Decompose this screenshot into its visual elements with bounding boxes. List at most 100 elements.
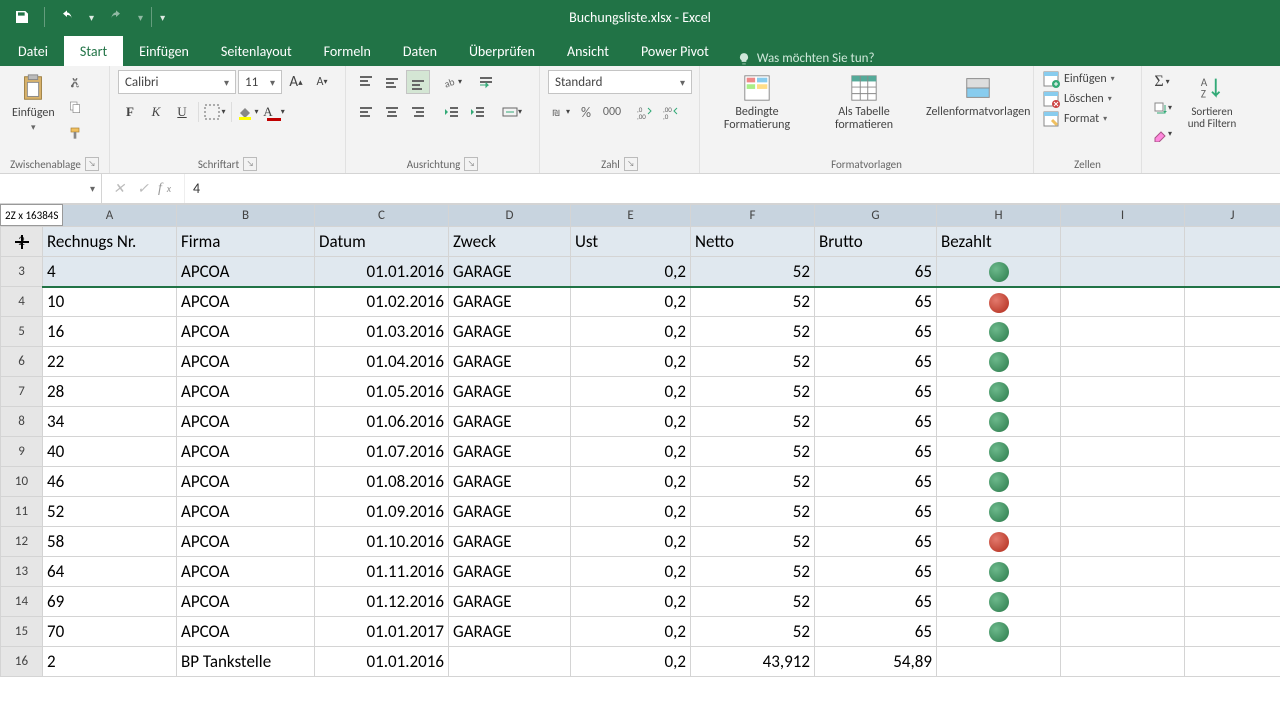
cell-status[interactable]: [937, 257, 1061, 287]
cell[interactable]: GARAGE: [449, 557, 571, 587]
name-box[interactable]: ▾: [0, 174, 102, 203]
tab-ueberpruefen[interactable]: Überprüfen: [453, 36, 551, 66]
cell[interactable]: 0,2: [571, 347, 691, 377]
fill-color-button[interactable]: ▾: [236, 100, 260, 124]
cell[interactable]: 65: [815, 317, 937, 347]
align-top-button[interactable]: [354, 70, 378, 94]
cell[interactable]: 46: [43, 467, 177, 497]
cell[interactable]: 43,912: [691, 647, 815, 677]
cell[interactable]: [1185, 527, 1280, 557]
cell[interactable]: 01.01.2017: [315, 617, 449, 647]
cell[interactable]: 52: [691, 497, 815, 527]
cell-status[interactable]: [937, 347, 1061, 377]
cell-status[interactable]: [937, 407, 1061, 437]
column-header-B[interactable]: B: [177, 205, 315, 227]
align-left-button[interactable]: [354, 100, 378, 124]
number-dialog-launcher[interactable]: ↘: [624, 157, 638, 171]
clipboard-dialog-launcher[interactable]: ↘: [85, 157, 99, 171]
align-middle-button[interactable]: [380, 70, 404, 94]
cell[interactable]: 52: [691, 437, 815, 467]
cell[interactable]: 52: [691, 557, 815, 587]
cell[interactable]: [1185, 347, 1280, 377]
cell[interactable]: [1061, 287, 1185, 317]
undo-button[interactable]: [53, 3, 81, 31]
cell[interactable]: 52: [43, 497, 177, 527]
insert-cells-button[interactable]: Einfügen▾: [1042, 70, 1115, 88]
row-header[interactable]: 10: [1, 467, 43, 497]
cell[interactable]: GARAGE: [449, 467, 571, 497]
cell[interactable]: [1185, 467, 1280, 497]
cell[interactable]: [1185, 617, 1280, 647]
merge-center-button[interactable]: ▾: [500, 100, 524, 124]
cell[interactable]: 0,2: [571, 557, 691, 587]
cell[interactable]: APCOA: [177, 557, 315, 587]
cell[interactable]: 65: [815, 557, 937, 587]
cell[interactable]: Firma: [177, 227, 315, 257]
fill-button[interactable]: ▾: [1150, 96, 1174, 120]
cell[interactable]: 22: [43, 347, 177, 377]
cell[interactable]: 65: [815, 617, 937, 647]
cell[interactable]: APCOA: [177, 317, 315, 347]
cell-styles-button[interactable]: Zellenformatvorlagen: [922, 70, 1034, 121]
cell[interactable]: [1061, 587, 1185, 617]
cell[interactable]: 58: [43, 527, 177, 557]
cell[interactable]: 65: [815, 587, 937, 617]
font-dialog-launcher[interactable]: ↘: [243, 157, 257, 171]
underline-button[interactable]: U: [170, 100, 194, 124]
row-header[interactable]: 9: [1, 437, 43, 467]
cell[interactable]: 0,2: [571, 407, 691, 437]
cell[interactable]: 01.04.2016: [315, 347, 449, 377]
cell[interactable]: GARAGE: [449, 347, 571, 377]
percent-format-button[interactable]: %: [574, 100, 598, 124]
cell[interactable]: APCOA: [177, 377, 315, 407]
cell[interactable]: [1185, 287, 1280, 317]
cell-status[interactable]: [937, 587, 1061, 617]
tab-ansicht[interactable]: Ansicht: [551, 36, 625, 66]
cell[interactable]: 01.01.2016: [315, 257, 449, 287]
row-header[interactable]: 13: [1, 557, 43, 587]
cell[interactable]: 52: [691, 257, 815, 287]
cell[interactable]: 28: [43, 377, 177, 407]
row-header[interactable]: 3: [1, 257, 43, 287]
cell[interactable]: 52: [691, 407, 815, 437]
cell[interactable]: APCOA: [177, 437, 315, 467]
cell[interactable]: 0,2: [571, 467, 691, 497]
cell[interactable]: [1061, 407, 1185, 437]
cell[interactable]: [1185, 227, 1280, 257]
cell[interactable]: [1185, 437, 1280, 467]
cell[interactable]: GARAGE: [449, 527, 571, 557]
cell[interactable]: APCOA: [177, 407, 315, 437]
column-header-D[interactable]: D: [449, 205, 571, 227]
cell[interactable]: 2: [43, 647, 177, 677]
increase-indent-button[interactable]: [466, 100, 490, 124]
clear-button[interactable]: ▾: [1150, 122, 1174, 146]
cell[interactable]: 16: [43, 317, 177, 347]
decrease-decimal-button[interactable]: ,00,0: [658, 100, 682, 124]
row-header[interactable]: 16: [1, 647, 43, 677]
cell-status[interactable]: [937, 437, 1061, 467]
cell[interactable]: 01.08.2016: [315, 467, 449, 497]
autosum-button[interactable]: Σ▾: [1150, 70, 1174, 94]
cell[interactable]: GARAGE: [449, 617, 571, 647]
cell-status[interactable]: [937, 647, 1061, 677]
cell[interactable]: 70: [43, 617, 177, 647]
row-header[interactable]: 7: [1, 377, 43, 407]
cell[interactable]: 0,2: [571, 497, 691, 527]
tab-start[interactable]: Start: [64, 36, 123, 66]
cell[interactable]: 52: [691, 527, 815, 557]
cell[interactable]: [449, 647, 571, 677]
cell[interactable]: 65: [815, 257, 937, 287]
column-header-G[interactable]: G: [815, 205, 937, 227]
row-header[interactable]: 5: [1, 317, 43, 347]
column-header-J[interactable]: J: [1185, 205, 1280, 227]
cell[interactable]: 0,2: [571, 377, 691, 407]
cell[interactable]: 10: [43, 287, 177, 317]
font-color-button[interactable]: A▾: [262, 100, 286, 124]
cell-status[interactable]: [937, 317, 1061, 347]
cell[interactable]: [1061, 497, 1185, 527]
cell[interactable]: 0,2: [571, 587, 691, 617]
row-header[interactable]: 15: [1, 617, 43, 647]
cell[interactable]: 65: [815, 287, 937, 317]
cell[interactable]: 01.03.2016: [315, 317, 449, 347]
cell[interactable]: 64: [43, 557, 177, 587]
